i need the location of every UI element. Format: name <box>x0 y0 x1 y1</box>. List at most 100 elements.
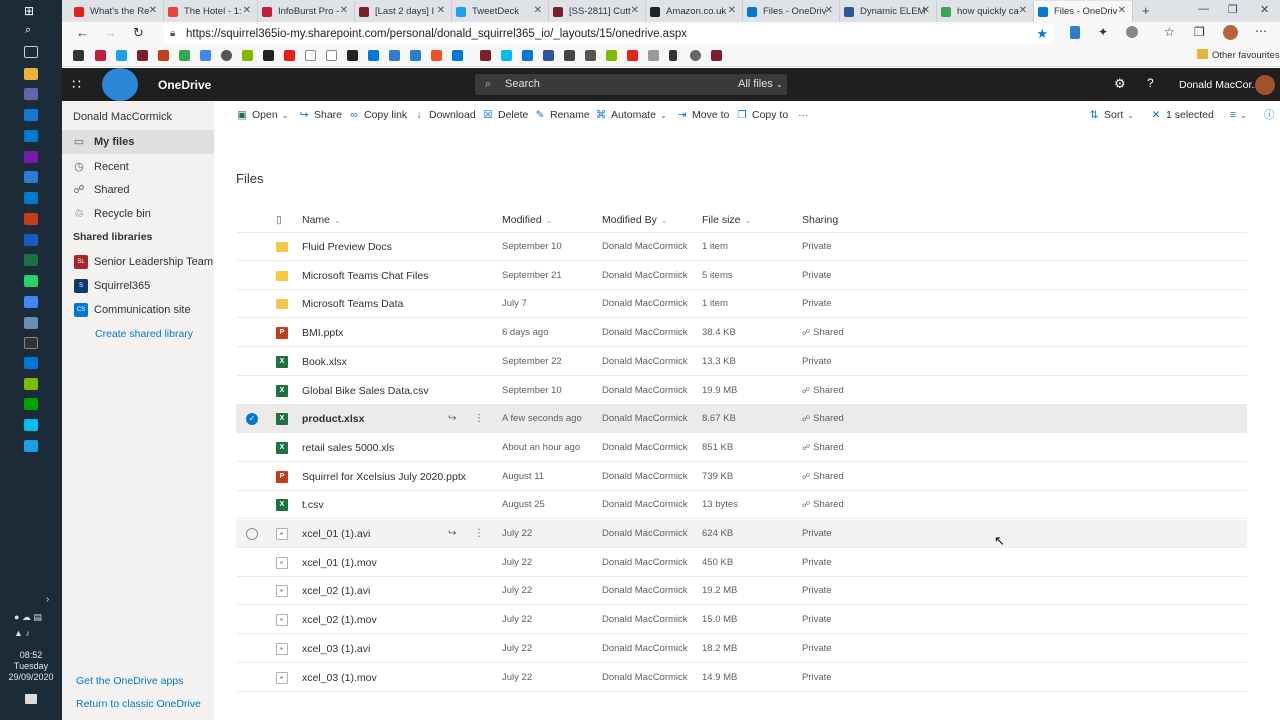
minimize-icon[interactable]: — <box>1198 3 1209 15</box>
file-name[interactable]: xcel_02 (1).mov <box>302 606 377 634</box>
file-row[interactable]: Xt.csv August 25 Donald MacCormick 13 bytes… <box>236 491 1247 520</box>
favorite-star-icon[interactable]: ★ <box>1036 24 1048 44</box>
browser-tab[interactable]: Amazon.co.uk ✕ <box>646 1 743 22</box>
file-row[interactable]: ▸ xcel_02 (1).mov July 22 Donald MacCormick… <box>236 606 1247 635</box>
close-icon[interactable]: ✕ <box>1019 5 1027 16</box>
file-name[interactable]: xcel_03 (1).mov <box>302 664 377 692</box>
info-icon[interactable]: ⓘ <box>1264 108 1275 122</box>
bookmark-icon[interactable] <box>410 50 421 61</box>
user-avatar[interactable] <box>1255 75 1275 95</box>
share-icon[interactable]: ↪ <box>448 405 456 433</box>
browser-tab[interactable]: TweetDeck ✕ <box>452 1 549 22</box>
column-header-modified-by[interactable]: Modified By ⌄ <box>602 214 668 226</box>
bookmark-icon[interactable] <box>326 50 337 61</box>
profile-avatar[interactable] <box>1223 25 1238 40</box>
sidebar-item-shared[interactable]: ☍ Shared <box>62 178 214 202</box>
file-row[interactable]: P Squirrel for Xcelsius July 2020.pptx Aug… <box>236 463 1247 491</box>
browser-tab[interactable]: What's the Re ✕ <box>70 1 164 22</box>
file-name[interactable]: Microsoft Teams Chat Files <box>302 262 428 290</box>
file-name[interactable]: Book.xlsx <box>302 348 347 376</box>
sidebar-item-recycle-bin[interactable]: ♲ Recycle bin <box>62 202 214 226</box>
file-name[interactable]: Microsoft Teams Data <box>302 290 403 318</box>
task-view-icon[interactable] <box>24 46 38 58</box>
browser-tab[interactable]: The Hotel - 1: ✕ <box>164 1 258 22</box>
app-icon[interactable] <box>24 171 38 183</box>
bookmark-icon[interactable] <box>389 50 400 61</box>
file-modified-by[interactable]: Donald MacCormick <box>602 348 688 376</box>
open-button[interactable]: ▣ Open ⌄ <box>236 108 288 122</box>
file-modified-by[interactable]: Donald MacCormick <box>602 233 688 261</box>
file-modified-by[interactable]: Donald MacCormick <box>602 377 688 405</box>
file-modified-by[interactable]: Donald MacCormick <box>602 262 688 290</box>
sharing-status[interactable]: ☍ Shared <box>802 491 844 519</box>
sharing-status[interactable]: ☍ Shared <box>802 319 844 347</box>
bookmark-icon[interactable] <box>158 50 169 61</box>
bookmark-icon[interactable] <box>179 50 190 61</box>
share-button[interactable]: ↪ Share <box>298 108 342 122</box>
file-row[interactable]: X Global Bike Sales Data.csv September 10 D… <box>236 377 1247 405</box>
file-name[interactable]: t.csv <box>302 491 324 519</box>
file-row[interactable]: Microsoft Teams Chat Files September 21 Do… <box>236 262 1247 290</box>
bookmark-icon[interactable] <box>606 50 617 61</box>
close-icon[interactable]: ✕ <box>728 5 736 16</box>
search-scope[interactable]: All files <box>738 74 773 95</box>
close-icon[interactable]: ✕ <box>825 5 833 16</box>
copy-link-button[interactable]: ∞ Copy link <box>348 108 407 122</box>
ie-icon[interactable] <box>24 440 38 452</box>
app-icon[interactable] <box>24 317 38 329</box>
app-launcher-icon[interactable]: ∷ <box>72 76 81 93</box>
favorites-icon[interactable]: ☆ <box>1164 25 1175 39</box>
bookmark-icon[interactable] <box>368 50 379 61</box>
sidebar-library-squirrel365[interactable]: S Squirrel365 <box>62 274 214 298</box>
bookmark-icon[interactable] <box>305 50 316 61</box>
bookmark-icon[interactable] <box>711 50 722 61</box>
file-row[interactable]: ▸ xcel_03 (1).mov July 22 Donald MacCormick… <box>236 664 1247 692</box>
forward-icon[interactable]: → <box>104 25 117 40</box>
sidebar-library-senior-leadership[interactable]: SL Senior Leadership Team <box>62 250 214 274</box>
bookmark-icon[interactable] <box>137 50 148 61</box>
bookmark-icon[interactable] <box>221 50 232 61</box>
file-name[interactable]: BMI.pptx <box>302 319 343 347</box>
chrome-icon[interactable] <box>24 296 38 308</box>
close-icon[interactable]: ✕ <box>340 5 348 16</box>
close-icon[interactable]: ✕ <box>1118 5 1126 16</box>
bookmark-icon[interactable] <box>431 50 442 61</box>
bookmark-icon[interactable] <box>690 50 701 61</box>
browser-tab[interactable]: [Last 2 days] I ✕ <box>355 1 452 22</box>
app-icon[interactable] <box>24 378 38 390</box>
close-icon[interactable]: ✕ <box>922 5 930 16</box>
whatsapp-icon[interactable] <box>24 275 38 287</box>
app-icon[interactable] <box>24 337 38 349</box>
tray-icons[interactable]: ● ☁ ▤ <box>14 612 42 623</box>
bookmark-icon[interactable] <box>452 50 463 61</box>
bookmark-icon[interactable] <box>347 50 358 61</box>
taskbar-time[interactable]: 08:52 <box>0 650 62 661</box>
bookmark-icon[interactable] <box>564 50 575 61</box>
selected-check-icon[interactable]: ✓ <box>246 413 258 426</box>
file-row[interactable]: Fluid Preview Docs September 10 Donald Mac… <box>236 233 1247 261</box>
file-name[interactable]: xcel_01 (1).mov <box>302 549 377 577</box>
selection-count[interactable]: ✕ 1 selected <box>1150 108 1214 122</box>
bookmark-icon[interactable] <box>585 50 596 61</box>
sidebar-item-my-files[interactable]: ▭ My files <box>62 130 214 154</box>
more-vertical-icon[interactable]: ⋮ <box>474 520 484 548</box>
new-tab-icon[interactable]: + <box>1142 3 1150 18</box>
bookmark-icon[interactable] <box>73 50 84 61</box>
file-name[interactable]: xcel_01 (1).avi <box>302 520 370 548</box>
file-row[interactable]: P BMI.pptx 6 days ago Donald MacCormick 38.4… <box>236 319 1247 348</box>
file-modified-by[interactable]: Donald MacCormick <box>602 463 688 491</box>
more-vertical-icon[interactable]: ⋮ <box>474 405 484 433</box>
delete-button[interactable]: ☒ Delete <box>482 108 528 122</box>
close-icon[interactable]: ✕ <box>149 5 157 16</box>
file-modified-by[interactable]: Donald MacCormick <box>602 606 688 634</box>
bookmark-icon[interactable] <box>501 50 512 61</box>
bookmark-icon[interactable] <box>263 50 274 61</box>
bookmark-icon[interactable] <box>627 50 638 61</box>
browser-tab[interactable]: how quickly ca ✕ <box>937 1 1034 22</box>
restore-icon[interactable]: ❐ <box>1228 3 1238 16</box>
bookmark-icon[interactable] <box>669 50 677 61</box>
back-icon[interactable]: ← <box>76 25 89 40</box>
bookmark-icon[interactable] <box>543 50 554 61</box>
file-modified-by[interactable]: Donald MacCormick <box>602 635 688 663</box>
column-header-modified[interactable]: Modified ⌄ <box>502 214 552 226</box>
